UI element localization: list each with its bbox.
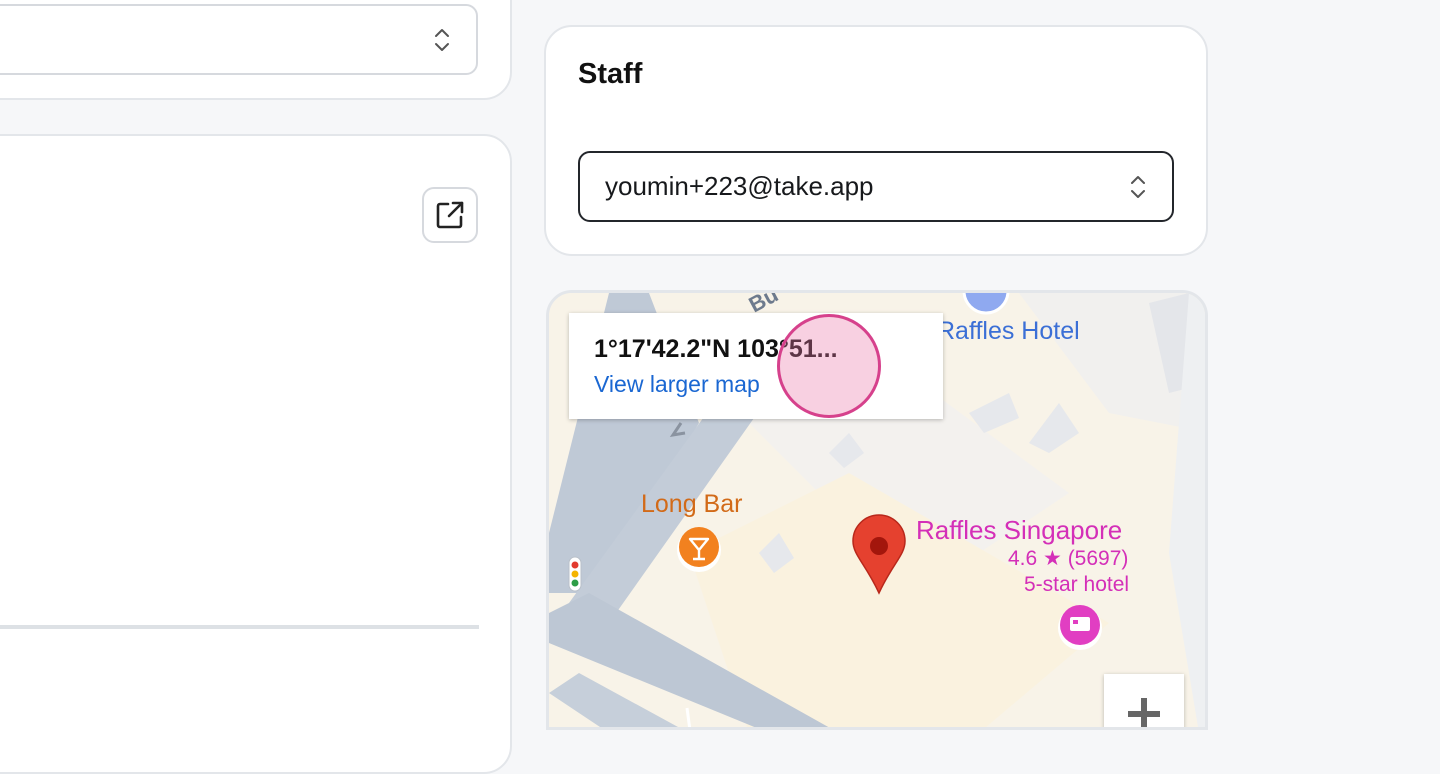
staff-title: Staff [578,58,643,90]
view-larger-map-link[interactable]: View larger map [594,371,760,398]
left-select-field[interactable] [0,4,478,75]
map-label-raffles-hotel[interactable]: Raffles Hotel [937,317,1080,346]
external-link-icon [436,201,464,229]
map-info-box: 1°17'42.2"N 103°51... View larger map [569,313,943,419]
map-label-hotel-class: 5-star hotel [1024,573,1130,596]
staff-selected-email: youmin+223@take.app [605,171,874,201]
zoom-in-button[interactable] [1104,674,1184,727]
map-label-long-bar[interactable]: Long Bar [641,490,742,519]
open-external-button[interactable] [422,187,478,243]
chevron-up-down-icon [1131,175,1145,198]
map-label-rating: 4.6 ★ (5697) [1008,547,1129,570]
chevron-up-down-icon [435,28,449,51]
map-label-raffles-singapore[interactable]: Raffles Singapore [916,515,1122,546]
staff-select[interactable]: youmin+223@take.app [578,151,1174,222]
left-divider [0,625,479,629]
plus-icon [1128,698,1160,727]
click-indicator [777,314,881,418]
